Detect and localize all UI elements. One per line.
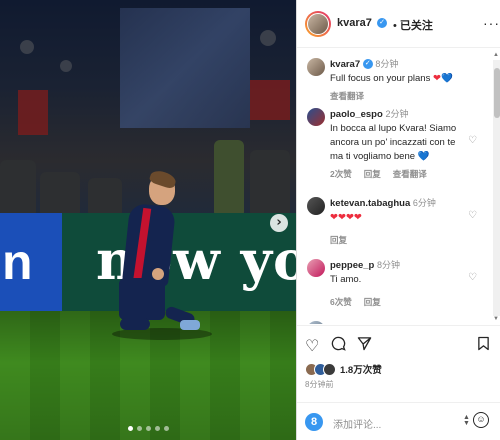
- stepper-icon[interactable]: ▲ ▼: [463, 414, 470, 427]
- crowd-figure: [20, 40, 34, 54]
- comment-username[interactable]: paolo_espo: [330, 109, 383, 120]
- post-time: 8分钟前: [305, 380, 334, 389]
- chevron-right-icon[interactable]: ›: [270, 214, 288, 232]
- follow-status[interactable]: • 已关注: [393, 17, 433, 33]
- player-leg: [120, 318, 150, 330]
- scroll-up-arrow-icon[interactable]: ▲: [493, 52, 499, 58]
- avatar: [323, 362, 336, 376]
- post-media[interactable]: n now yo ›: [0, 0, 296, 440]
- heart-red-icon: ❤: [330, 212, 338, 223]
- scroll-down-arrow-icon[interactable]: ▼: [493, 316, 499, 322]
- comment-username[interactable]: kvara7: [330, 59, 360, 70]
- comment-icon[interactable]: [331, 336, 346, 356]
- crowd-red-flag: [250, 80, 290, 120]
- comment-username[interactable]: ketevan.tabaghua: [330, 198, 410, 209]
- photographer: [214, 140, 244, 214]
- heart-red-icon: ❤: [337, 212, 346, 223]
- player-hand: [152, 268, 164, 280]
- comment-time: 6分钟: [412, 198, 436, 208]
- carousel-dot: [155, 426, 160, 431]
- avatar[interactable]: [305, 11, 331, 37]
- crowd-figure: [60, 60, 72, 72]
- like-comment-icon[interactable]: ♡: [468, 210, 477, 221]
- avatar[interactable]: [306, 258, 326, 278]
- separator: •: [393, 20, 397, 32]
- send-icon[interactable]: [357, 336, 372, 356]
- comment-like-count[interactable]: 6次赞: [330, 295, 352, 309]
- comment-text: Full focus on your plans: [330, 73, 431, 84]
- board-left-panel: n: [0, 213, 62, 311]
- scrollbar-thumb[interactable]: [494, 68, 500, 118]
- post-header: kvara7 ✓ • 已关注 ···: [297, 0, 500, 48]
- comment-like-count[interactable]: 2次赞: [330, 167, 352, 181]
- comment-body: kvara7 ✓ 8分钟 Full focus on your plans ❤💙…: [330, 57, 470, 103]
- avatar[interactable]: [306, 107, 326, 127]
- carousel-indicator: [128, 426, 169, 431]
- comment-time: 8分钟: [375, 59, 399, 69]
- heart-red-icon: ❤: [353, 212, 362, 223]
- heart-blue-icon: 💙: [417, 151, 430, 162]
- bookmark-icon[interactable]: [477, 336, 490, 356]
- board-left-text: n: [2, 234, 33, 290]
- verified-icon: ✓: [377, 18, 387, 28]
- user-avatar-icon: 8: [305, 413, 323, 431]
- translate-link[interactable]: 查看翻译: [393, 167, 427, 181]
- post-sidebar: kvara7 ✓ • 已关注 ··· kvara7 ✓ 8分钟 Full foc…: [296, 0, 500, 440]
- comment-body: ketevan.tabaghua 6分钟 ❤❤❤❤ 回复: [330, 196, 470, 247]
- crowd-figure: [260, 30, 276, 46]
- player-shorts: [119, 278, 165, 320]
- comment-input[interactable]: 添加评论...: [333, 416, 381, 431]
- photographer: [40, 172, 80, 214]
- add-comment-bar: 8 添加评论... ▲ ▼ ☺: [297, 402, 500, 440]
- avatar[interactable]: [306, 320, 326, 324]
- carousel-dot: [146, 426, 151, 431]
- like-comment-icon[interactable]: ♡: [468, 272, 477, 283]
- comment-body: paolo_espo 2分钟 In bocca al lupo Kvara! S…: [330, 107, 470, 181]
- heart-red-icon: ❤: [432, 73, 441, 84]
- translate-link[interactable]: 查看翻译: [330, 89, 364, 103]
- reply-link[interactable]: 回复: [364, 167, 381, 181]
- post-actions: ♡ 1.8万次赞 8分钟前 8 添加评论... ▲ ▼ ☺: [297, 325, 500, 440]
- player-boot: [180, 320, 200, 330]
- photographer: [250, 150, 290, 214]
- likes-count[interactable]: 1.8万次赞: [340, 362, 382, 376]
- follow-label: 已关注: [399, 20, 433, 32]
- photographer: [88, 178, 122, 214]
- comment-time: 2分钟: [385, 109, 409, 119]
- username[interactable]: kvara7: [337, 17, 372, 29]
- avatar[interactable]: [306, 57, 326, 77]
- comment-time: 8分钟: [377, 260, 401, 270]
- like-comment-icon[interactable]: ♡: [468, 135, 477, 146]
- comment-text: In bocca al lupo Kvara! Siamo ancora un …: [330, 123, 457, 162]
- carousel-dot: [137, 426, 142, 431]
- stadium-banner: [120, 8, 250, 128]
- likes-summary[interactable]: 1.8万次赞: [305, 362, 382, 376]
- carousel-dot: [128, 426, 133, 431]
- crowd-red-flag: [18, 90, 48, 135]
- comment-list[interactable]: kvara7 ✓ 8分钟 Full focus on your plans ❤💙…: [297, 49, 500, 324]
- reply-link[interactable]: 回复: [330, 233, 347, 247]
- heart-red-icon: ❤: [345, 212, 354, 223]
- avatar[interactable]: [306, 196, 326, 216]
- emoji-picker-icon[interactable]: ☺: [473, 412, 489, 428]
- more-options-icon[interactable]: ···: [483, 15, 500, 31]
- reply-link[interactable]: 回复: [364, 295, 381, 309]
- photographer: [0, 160, 36, 214]
- heart-outline-icon[interactable]: ♡: [305, 336, 319, 356]
- comment-text: Ti amo.: [330, 274, 362, 285]
- heart-blue-icon: 💙: [440, 73, 453, 84]
- verified-icon: ✓: [362, 59, 373, 70]
- carousel-dot: [164, 426, 169, 431]
- comment-body: peppee_p 8分钟 Ti amo. 6次赞 回复: [330, 258, 470, 309]
- comment-username[interactable]: peppee_p: [330, 260, 374, 271]
